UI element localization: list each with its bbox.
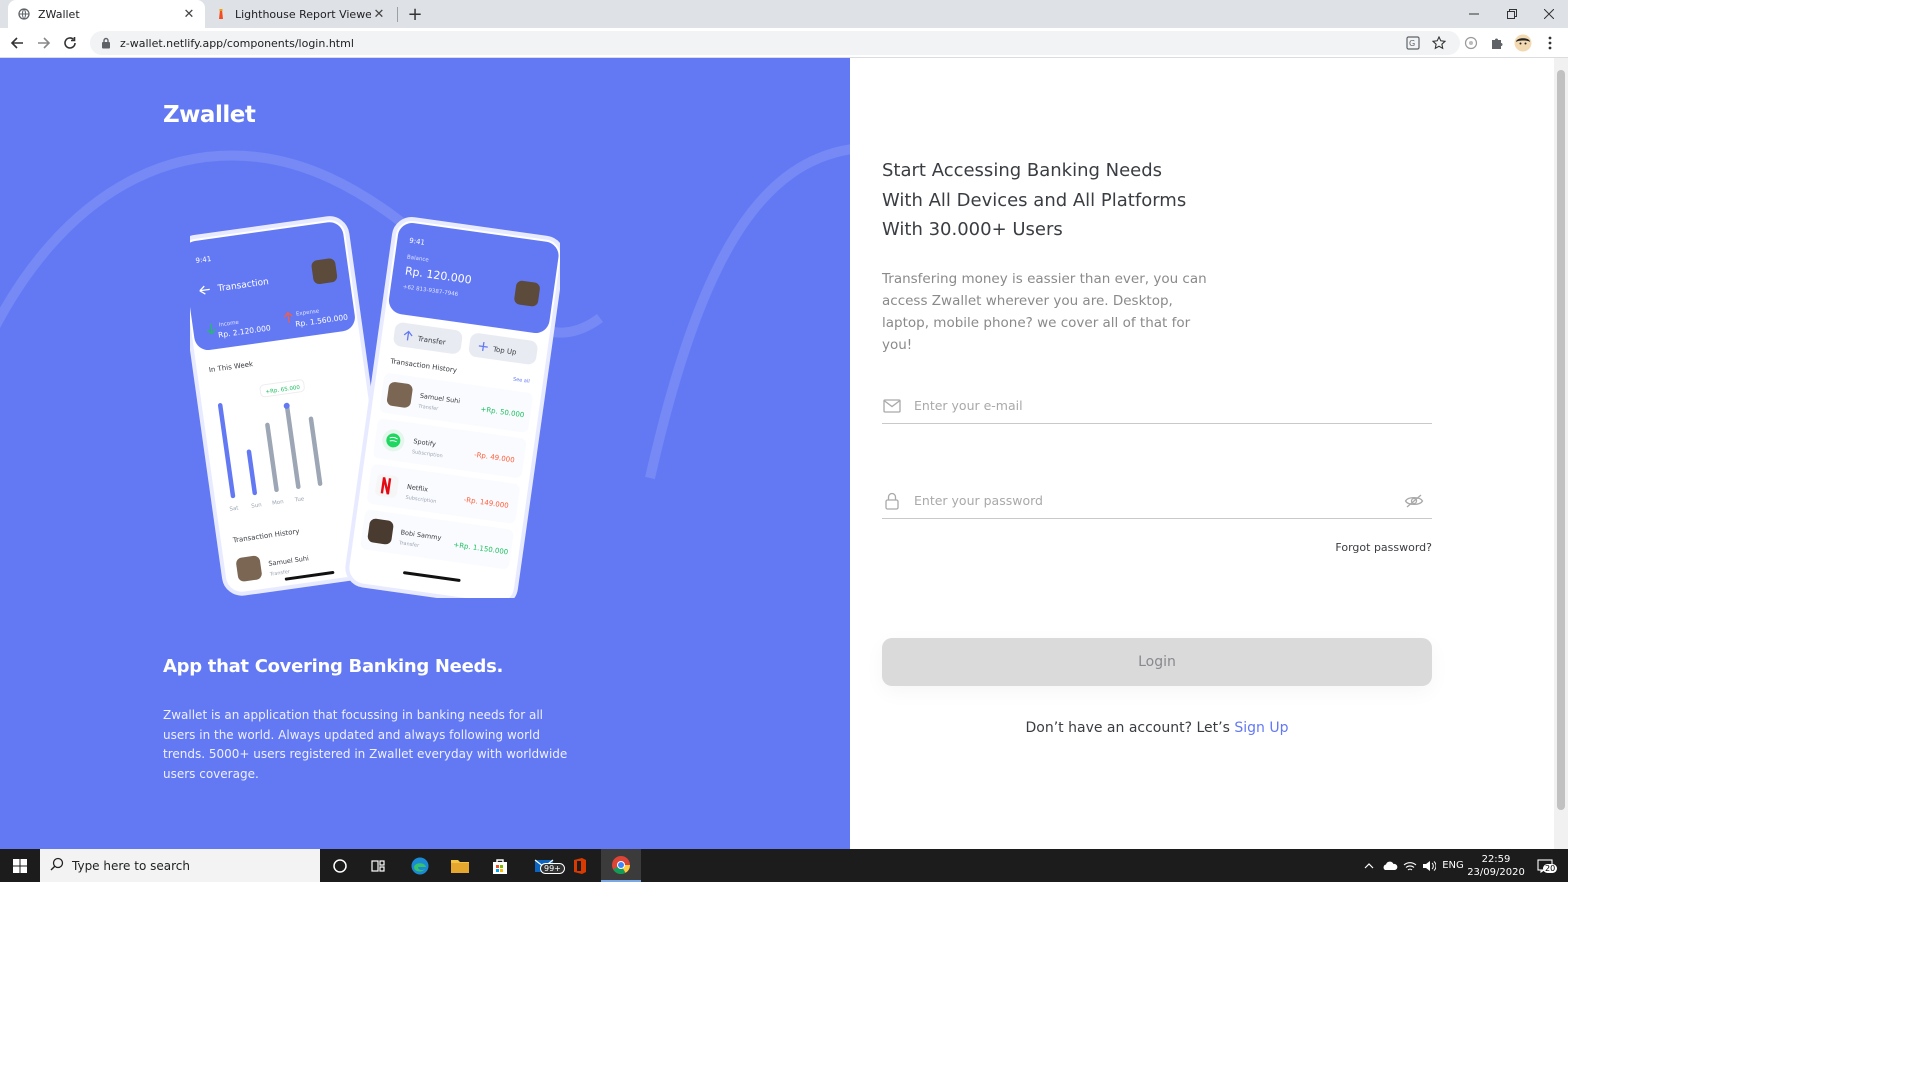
mail-icon <box>882 396 902 416</box>
volume-icon[interactable] <box>1419 849 1439 882</box>
promo-description: Zwallet is an application that focussing… <box>163 708 568 781</box>
tray-chevron-icon[interactable] <box>1360 849 1378 882</box>
new-tab-button[interactable]: + <box>405 4 425 25</box>
avatar <box>514 280 540 307</box>
store-icon[interactable] <box>482 849 518 882</box>
eye-crossed-icon[interactable] <box>1404 491 1424 511</box>
taskbar-search[interactable]: Type here to search <box>40 849 320 882</box>
notification-icon[interactable]: 20 <box>1530 849 1560 882</box>
signup-prompt: Don’t have an account? Let’s Sign Up <box>882 720 1432 736</box>
search-placeholder: Type here to search <box>72 858 190 873</box>
headline-line: Start Accessing Banking Needs <box>882 160 1163 181</box>
translate-icon[interactable]: G <box>1402 32 1424 54</box>
extension-icon[interactable] <box>1460 32 1482 54</box>
forward-arrow-icon[interactable] <box>33 32 55 54</box>
globe-icon <box>18 8 30 20</box>
avatar <box>236 555 262 582</box>
onedrive-icon[interactable] <box>1380 849 1400 882</box>
cortana-icon[interactable] <box>323 849 357 882</box>
login-panel: Start Accessing Banking Needs With All D… <box>850 58 1554 849</box>
avatar <box>367 518 394 545</box>
chrome-icon[interactable] <box>601 849 641 882</box>
svg-text:G: G <box>1409 39 1415 48</box>
signup-link[interactable]: Sign Up <box>1234 720 1288 736</box>
mail-app-icon[interactable]: 99+ <box>522 849 566 882</box>
email-field <box>882 388 1432 424</box>
promo-panel: Zwallet 9:41 Transaction Income Rp. 2.12… <box>0 58 850 849</box>
windows-start-icon[interactable] <box>0 849 40 882</box>
password-input[interactable] <box>914 493 1396 508</box>
tab-lighthouse[interactable]: Lighthouse Report Viewer ✕ <box>205 0 395 28</box>
email-input[interactable] <box>914 398 1432 413</box>
url-text: z-wallet.netlify.app/components/login.ht… <box>120 36 354 50</box>
clock[interactable]: 22:59 23/09/2020 <box>1467 849 1525 882</box>
tab-title: ZWallet <box>38 7 80 21</box>
language-text: ENG <box>1442 860 1464 871</box>
menu-kebab-icon[interactable] <box>1539 32 1561 54</box>
tab-title: Lighthouse Report Viewer <box>235 7 371 21</box>
browser-toolbar: z-wallet.netlify.app/components/login.ht… <box>0 28 1568 58</box>
notification-badge: 20 <box>1543 864 1558 873</box>
file-explorer-icon[interactable] <box>442 849 478 882</box>
close-window-button[interactable] <box>1530 0 1568 28</box>
restore-button[interactable] <box>1493 0 1531 28</box>
lock-icon[interactable] <box>100 37 112 49</box>
password-field <box>882 483 1432 519</box>
close-tab-icon[interactable]: ✕ <box>181 6 197 22</box>
avatar <box>386 382 413 408</box>
login-button[interactable]: Login <box>882 638 1432 686</box>
office-icon[interactable] <box>562 849 598 882</box>
clock-time: 22:59 <box>1481 853 1511 865</box>
tab-zwallet[interactable]: ZWallet ✕ <box>8 0 205 28</box>
login-description: Transfering money is eassier than ever, … <box>882 271 1207 353</box>
close-tab-icon[interactable]: ✕ <box>371 6 387 22</box>
clock-date: 23/09/2020 <box>1467 866 1525 878</box>
browser-tab-strip: ZWallet ✕ Lighthouse Report Viewer ✕ + <box>0 0 1568 28</box>
minimize-button[interactable] <box>1455 0 1493 28</box>
login-headline: Start Accessing Banking Needs With All D… <box>882 156 1222 245</box>
reload-icon[interactable] <box>59 32 81 54</box>
headline-line: With 30.000+ Users <box>882 219 1063 240</box>
task-view-icon[interactable] <box>361 849 395 882</box>
signup-prompt-text: Don’t have an account? Let’s <box>1025 720 1235 736</box>
page-content: Zwallet 9:41 Transaction Income Rp. 2.12… <box>0 58 1568 849</box>
phone-mockups: 9:41 Transaction Income Rp. 2.120.000 Ex… <box>190 216 560 598</box>
windows-taskbar: Type here to search 99+ ENG 22:59 23/09/… <box>0 849 1568 882</box>
back-arrow-icon[interactable] <box>6 32 28 54</box>
search-icon <box>50 857 64 874</box>
profile-avatar-icon[interactable] <box>1512 32 1534 54</box>
phone-front: 9:41 Balance Rp. 120.000 +62 813-9387-79… <box>345 216 560 598</box>
extensions-puzzle-icon[interactable] <box>1486 32 1508 54</box>
forgot-password-link[interactable]: Forgot password? <box>1282 541 1432 554</box>
bookmark-star-icon[interactable] <box>1428 32 1450 54</box>
lock-icon <box>882 491 902 511</box>
wifi-icon[interactable] <box>1400 849 1420 882</box>
address-bar[interactable]: z-wallet.netlify.app/components/login.ht… <box>90 31 1460 55</box>
avatar <box>311 258 338 285</box>
brand-logo-text: Zwallet <box>163 102 256 128</box>
lighthouse-icon <box>215 8 227 20</box>
edge-icon[interactable] <box>402 849 438 882</box>
language-indicator[interactable]: ENG <box>1440 849 1466 882</box>
headline-line: With All Devices and All Platforms <box>882 189 1187 211</box>
scrollbar-thumb[interactable] <box>1557 70 1565 810</box>
tab-separator <box>397 7 398 22</box>
page-scrollbar[interactable] <box>1554 58 1568 849</box>
promo-heading: App that Covering Banking Needs. <box>163 656 504 677</box>
